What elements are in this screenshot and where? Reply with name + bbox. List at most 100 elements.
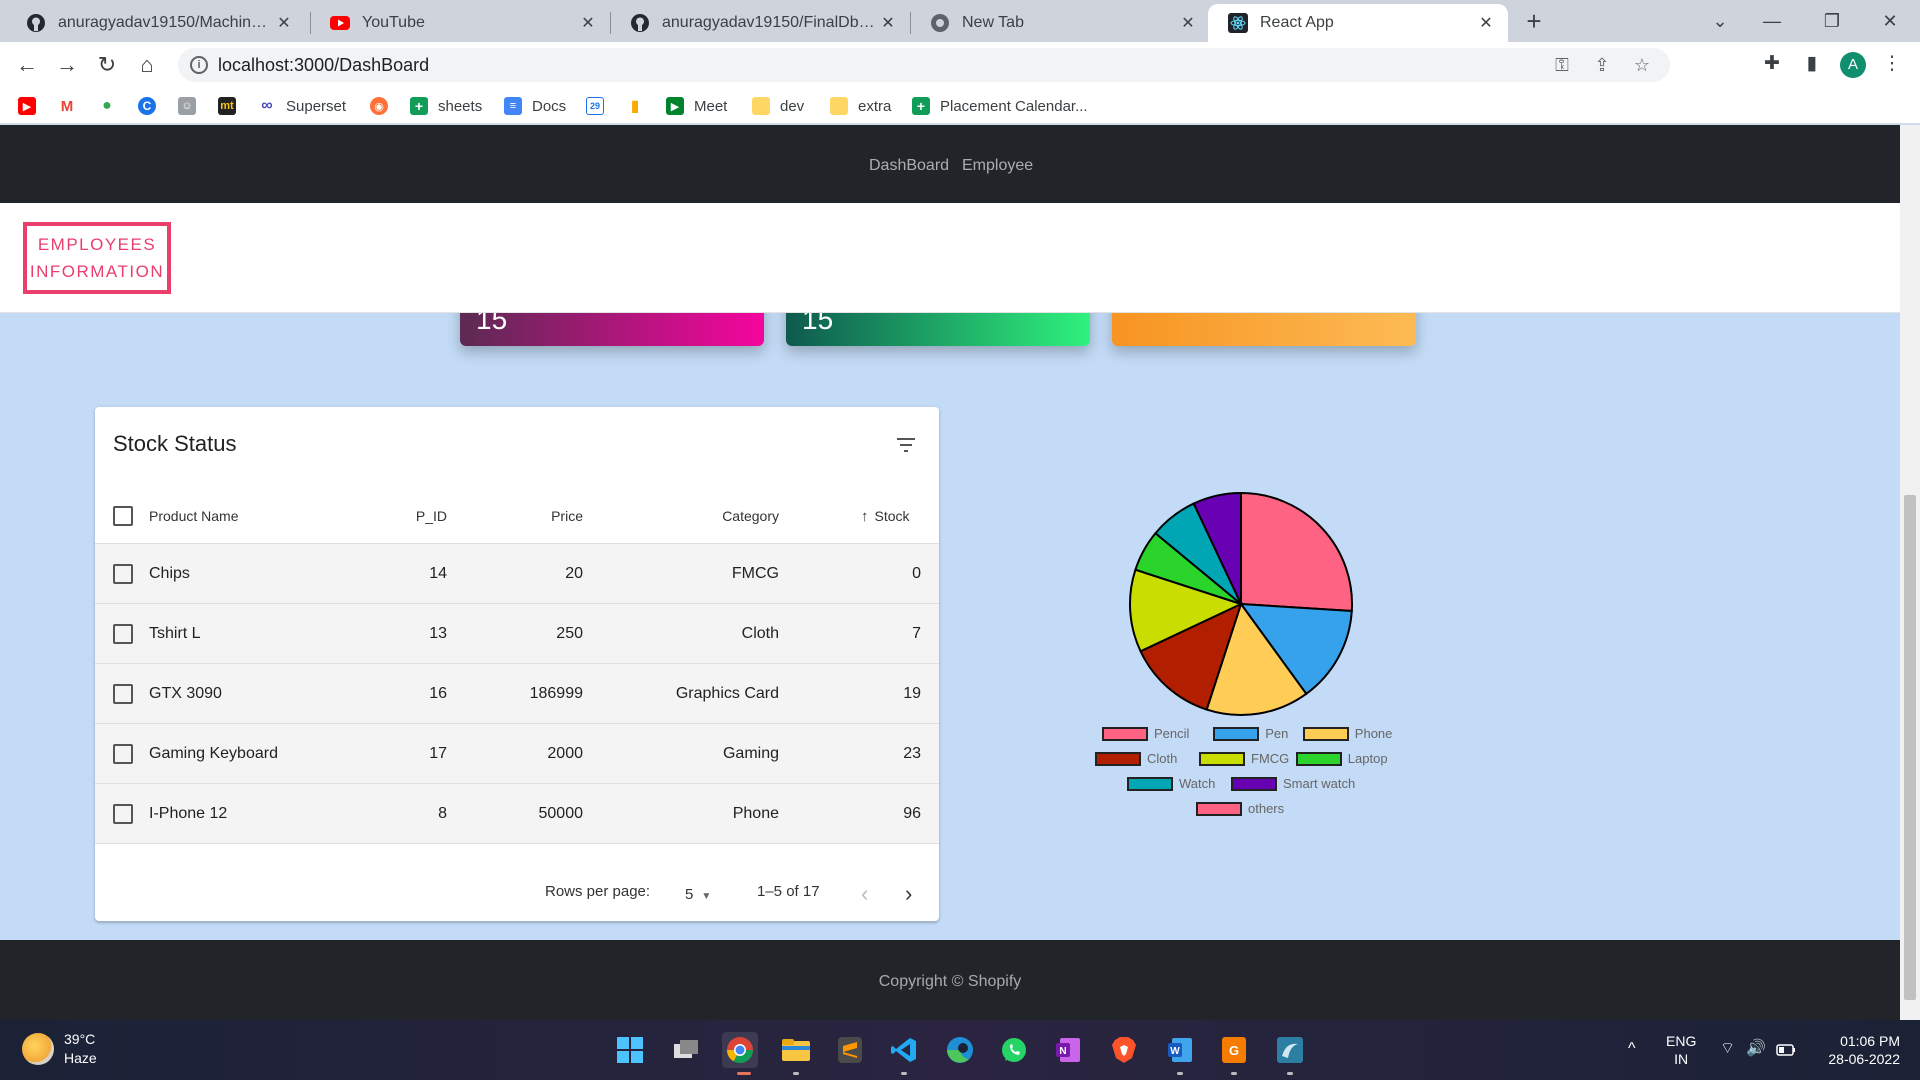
table-row[interactable]: GTX 3090 16 186999 Graphics Card 19 bbox=[95, 664, 939, 724]
address-bar[interactable]: i localhost:3000/DashBoard ☆ ⇪ ⚿ bbox=[178, 48, 1670, 82]
tab-github-final-dbms[interactable]: anuragyadav19150/FinalDbmsPro ✕ bbox=[610, 4, 910, 42]
rows-per-page-select[interactable]: 5 ▼ bbox=[685, 886, 711, 903]
legend-item-phone[interactable]: Phone bbox=[1302, 726, 1392, 741]
table-row[interactable]: Tshirt L 13 250 Cloth 7 bbox=[95, 604, 939, 664]
column-header-pid[interactable]: P_ID bbox=[331, 508, 447, 524]
minimize-icon[interactable]: — bbox=[1752, 6, 1792, 36]
restore-icon[interactable]: ❐ bbox=[1812, 6, 1852, 36]
wifi-icon[interactable]: ⌔ bbox=[1720, 1040, 1735, 1058]
row-checkbox[interactable] bbox=[113, 684, 133, 704]
youtube-bookmark-icon[interactable]: ▶ bbox=[18, 94, 46, 118]
site-info-icon[interactable]: i bbox=[190, 56, 208, 74]
mysql-workbench-icon[interactable] bbox=[1272, 1032, 1308, 1068]
tab-react-app[interactable]: React App ✕ bbox=[1208, 4, 1508, 42]
tab-github-machine-learning[interactable]: anuragyadav19150/Machine_Lea ✕ bbox=[6, 4, 306, 42]
bookmark-star-icon[interactable]: ☆ bbox=[1630, 53, 1654, 77]
weather-widget[interactable]: 39°C Haze bbox=[22, 1030, 97, 1068]
bookmark-dev[interactable]: dev bbox=[752, 94, 804, 118]
edge-icon[interactable] bbox=[942, 1032, 978, 1068]
tab-new-tab[interactable]: New Tab ✕ bbox=[910, 4, 1210, 42]
legend-item-watch[interactable]: Watch bbox=[1127, 776, 1215, 791]
close-icon[interactable]: ✕ bbox=[1178, 13, 1198, 33]
close-icon[interactable]: ✕ bbox=[274, 13, 294, 33]
show-hidden-icons-chevron-icon[interactable]: ^ bbox=[1628, 1040, 1636, 1058]
legend-item-smart-watch[interactable]: Smart watch bbox=[1231, 776, 1355, 791]
maps-bookmark-icon[interactable]: ● bbox=[98, 94, 126, 118]
home-icon[interactable]: ⌂ bbox=[132, 50, 162, 80]
legend-item-pencil[interactable]: Pencil bbox=[1102, 726, 1189, 741]
close-icon[interactable]: ✕ bbox=[878, 13, 898, 33]
legend-item-fmcg[interactable]: FMCG bbox=[1199, 751, 1289, 766]
pdf-reader-icon[interactable]: G bbox=[1216, 1032, 1252, 1068]
brave-icon[interactable] bbox=[1106, 1032, 1142, 1068]
reload-icon[interactable]: ↻ bbox=[92, 50, 122, 80]
select-all-checkbox[interactable] bbox=[113, 506, 133, 526]
scrollbar-thumb[interactable] bbox=[1904, 495, 1916, 1000]
system-clock[interactable]: 01:06 PM 28-06-2022 bbox=[1810, 1032, 1900, 1068]
onenote-icon[interactable]: N bbox=[1050, 1032, 1086, 1068]
bookmark-docs[interactable]: ≡ Docs bbox=[504, 94, 566, 118]
side-panel-icon[interactable]: ▮ bbox=[1798, 50, 1826, 78]
row-checkbox[interactable] bbox=[113, 624, 133, 644]
nav-link-dashboard[interactable]: DashBoard bbox=[869, 157, 949, 175]
row-checkbox[interactable] bbox=[113, 564, 133, 584]
battery-icon[interactable] bbox=[1776, 1042, 1796, 1060]
filter-list-icon[interactable] bbox=[894, 433, 918, 457]
window-close-icon[interactable]: ✕ bbox=[1870, 6, 1910, 36]
word-icon[interactable]: W bbox=[1162, 1032, 1198, 1068]
vscode-icon[interactable] bbox=[886, 1032, 922, 1068]
employees-information-button[interactable]: EMPLOYEES INFORMATION bbox=[23, 222, 171, 294]
bookmark-extra[interactable]: extra bbox=[830, 94, 891, 118]
sublime-text-icon[interactable] bbox=[832, 1032, 868, 1068]
mt-bookmark-icon[interactable]: mt bbox=[218, 94, 246, 118]
share-icon[interactable]: ⇪ bbox=[1590, 53, 1614, 77]
password-key-icon[interactable]: ⚿ bbox=[1550, 53, 1574, 77]
legend-item-laptop[interactable]: Laptop bbox=[1295, 751, 1388, 766]
nav-link-employee[interactable]: Employee bbox=[962, 157, 1033, 175]
table-row[interactable]: Chips 14 20 FMCG 0 bbox=[95, 544, 939, 604]
column-header-price[interactable]: Price bbox=[467, 508, 583, 524]
close-icon[interactable]: ✕ bbox=[578, 13, 598, 33]
legend-item-others[interactable]: others bbox=[1196, 801, 1284, 816]
page-scrollbar[interactable] bbox=[1900, 125, 1920, 1020]
column-header-category[interactable]: Category bbox=[603, 508, 779, 524]
bookmark-superset[interactable]: ∞ Superset bbox=[258, 94, 346, 118]
bookmark-placement-calendar[interactable]: + Placement Calendar... bbox=[912, 94, 1088, 118]
file-explorer-icon[interactable] bbox=[778, 1032, 814, 1068]
whatsapp-icon[interactable] bbox=[996, 1032, 1032, 1068]
table-row[interactable]: Gaming Keyboard 17 2000 Gaming 23 bbox=[95, 724, 939, 784]
legend-item-cloth[interactable]: Cloth bbox=[1095, 751, 1177, 766]
row-checkbox[interactable] bbox=[113, 744, 133, 764]
chrome-taskbar-icon[interactable] bbox=[722, 1032, 758, 1068]
task-view-icon[interactable] bbox=[668, 1032, 704, 1068]
c-bookmark-icon[interactable]: C bbox=[138, 94, 166, 118]
new-tab-plus-icon[interactable]: + bbox=[1520, 6, 1548, 36]
calendar-bookmark-icon[interactable]: 29 bbox=[586, 94, 614, 118]
windows-start-icon[interactable] bbox=[612, 1032, 648, 1068]
volume-icon[interactable]: 🔊 bbox=[1746, 1040, 1766, 1058]
extensions-puzzle-icon[interactable]: ✚ bbox=[1758, 50, 1786, 78]
column-header-product-name[interactable]: Product Name bbox=[149, 508, 238, 524]
previous-page-chevron-icon[interactable]: ‹ bbox=[861, 881, 868, 907]
forward-arrow-icon[interactable]: → bbox=[52, 50, 82, 80]
analytics-bookmark-icon[interactable]: ▮ bbox=[626, 94, 654, 118]
tab-search-chevron-icon[interactable]: ⌄ bbox=[1700, 6, 1740, 36]
bookmark-sheets[interactable]: + sheets bbox=[410, 94, 482, 118]
pie-slice-pencil[interactable] bbox=[1240, 491, 1353, 613]
gmail-bookmark-icon[interactable]: M bbox=[58, 94, 86, 118]
input-language[interactable]: ENG IN bbox=[1666, 1032, 1696, 1068]
profile-bookmark-icon[interactable]: ☺ bbox=[178, 94, 206, 118]
firefox-bookmark-icon[interactable]: ◉ bbox=[370, 94, 398, 118]
table-row[interactable]: I-Phone 12 8 50000 Phone 96 bbox=[95, 784, 939, 844]
column-header-stock[interactable]: ↑ Stock bbox=[861, 508, 910, 525]
profile-avatar[interactable]: A bbox=[1840, 52, 1866, 78]
back-arrow-icon[interactable]: ← bbox=[12, 50, 42, 80]
url-text[interactable]: localhost:3000/DashBoard bbox=[218, 55, 429, 76]
next-page-chevron-icon[interactable]: › bbox=[905, 881, 912, 907]
close-icon[interactable]: ✕ bbox=[1476, 13, 1496, 33]
legend-item-pen[interactable]: Pen bbox=[1213, 726, 1288, 741]
tab-youtube[interactable]: YouTube ✕ bbox=[310, 4, 610, 42]
chrome-menu-icon[interactable]: ⋮ bbox=[1878, 50, 1906, 78]
bookmark-meet[interactable]: ▶ Meet bbox=[666, 94, 727, 118]
row-checkbox[interactable] bbox=[113, 804, 133, 824]
